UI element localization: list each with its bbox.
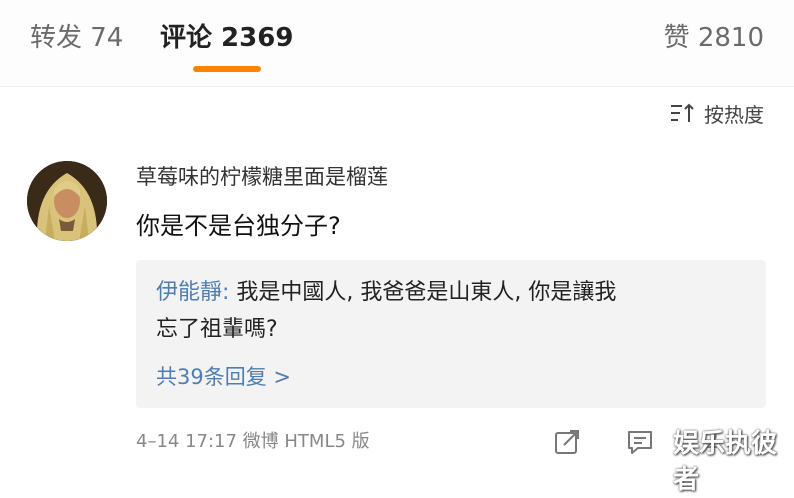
reply-line-2: 忘了祖輩嗎?: [156, 317, 278, 342]
comment-username[interactable]: 草莓味的柠檬糖里面是榴莲: [136, 162, 388, 192]
reply-text-start: 我是中國人, 我爸爸是山東人, 你是讓我: [229, 280, 617, 305]
reply-line-1: 伊能靜: 我是中國人, 我爸爸是山東人, 你是讓我: [156, 276, 616, 310]
divider: [0, 86, 794, 87]
reply-preview[interactable]: 伊能靜: 我是中國人, 我爸爸是山東人, 你是讓我 忘了祖輩嗎? 共39条回复 …: [136, 260, 766, 408]
avatar[interactable]: [27, 161, 107, 241]
sort-icon: [671, 103, 694, 122]
reply-author[interactable]: 伊能靜:: [156, 280, 229, 305]
comment-meta: 4–14 17:17 微博 HTML5 版: [136, 431, 370, 452]
watermark: 娱乐执彼者: [673, 429, 778, 495]
share-icon[interactable]: [553, 428, 581, 456]
tab-comments[interactable]: 评论 2369: [160, 18, 293, 58]
tab-repost[interactable]: 转发 74: [30, 18, 123, 58]
comment-icon[interactable]: [626, 428, 654, 456]
sort-by-hot-button[interactable]: 按热度: [670, 96, 764, 130]
tab-likes[interactable]: 赞 2810: [664, 18, 764, 58]
active-tab-indicator: [193, 66, 261, 72]
view-all-replies-link[interactable]: 共39条回复 >: [156, 360, 291, 394]
tab-bar: 转发 74 评论 2369 赞 2810: [0, 0, 794, 86]
comment-text: 你是不是台独分子?: [136, 212, 341, 240]
sort-label: 按热度: [704, 102, 764, 127]
